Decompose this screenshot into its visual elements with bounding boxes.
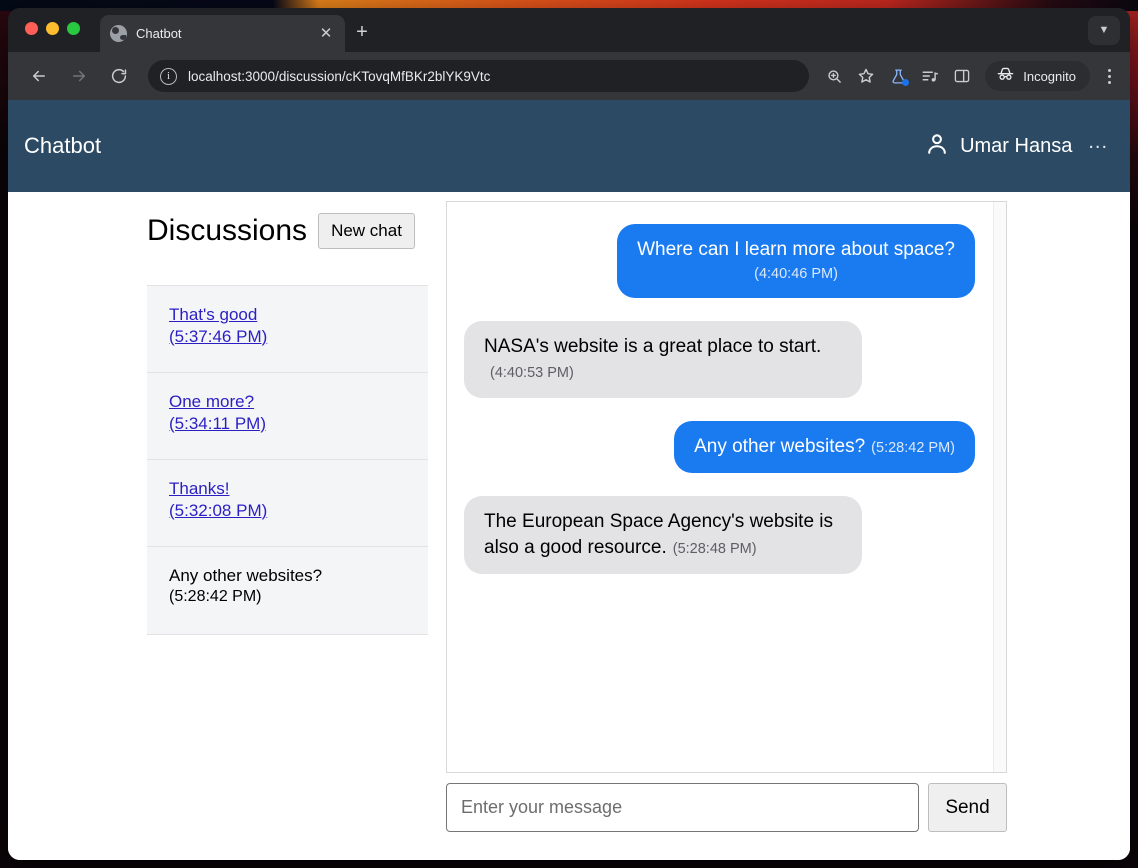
user-message-bubble: Where can I learn more about space? (4:40… bbox=[617, 224, 975, 298]
star-icon[interactable] bbox=[851, 61, 881, 91]
message-row: The European Space Agency's website is a… bbox=[464, 496, 975, 574]
page-title: Discussions bbox=[147, 214, 308, 247]
plus-icon[interactable]: + bbox=[348, 19, 376, 47]
discussion-item-title: One more? bbox=[169, 392, 255, 411]
message-row: Any other websites? (5:28:42 PM) bbox=[464, 421, 975, 474]
message-timestamp: (4:40:46 PM) bbox=[754, 265, 838, 282]
beaker-icon[interactable] bbox=[883, 61, 913, 91]
discussion-list-item[interactable]: Any other websites? (5:28:42 PM) bbox=[147, 547, 428, 634]
message-text: Any other websites? bbox=[694, 436, 866, 458]
chat-scrollbar[interactable] bbox=[993, 202, 1006, 772]
message-text: Where can I learn more about space? bbox=[637, 239, 955, 260]
discussion-list-item[interactable]: That's good (5:37:46 PM) bbox=[147, 286, 428, 373]
discussion-item-time: (5:28:42 PM) bbox=[169, 587, 262, 605]
app-header-right: Umar Hansa ... bbox=[924, 131, 1108, 162]
close-icon[interactable]: ✕ bbox=[317, 26, 335, 41]
user-name: Umar Hansa bbox=[960, 134, 1073, 157]
message-input[interactable] bbox=[446, 783, 919, 832]
bot-message-bubble: NASA's website is a great place to start… bbox=[464, 320, 862, 399]
beaker-badge-dot bbox=[902, 79, 910, 86]
message-timestamp: (4:40:53 PM) bbox=[490, 365, 574, 382]
minimize-window-button[interactable] bbox=[46, 22, 59, 35]
discussion-list-item[interactable]: One more? (5:34:11 PM) bbox=[147, 373, 428, 460]
discussion-item-title: That's good bbox=[169, 305, 258, 324]
header-more-button[interactable]: ... bbox=[1088, 132, 1108, 155]
browser-tab-chatbot[interactable]: Chatbot ✕ bbox=[100, 15, 345, 52]
side-panel-icon[interactable] bbox=[947, 61, 977, 91]
message-timestamp: (5:28:48 PM) bbox=[672, 540, 757, 557]
address-bar-url: localhost:3000/discussion/cKTovqMfBKr2bl… bbox=[188, 68, 491, 84]
discussion-item-time: (5:32:08 PM) bbox=[169, 500, 268, 520]
chevron-down-icon[interactable]: ▼ bbox=[1088, 16, 1120, 45]
web-page: Chatbot Umar Hansa ... Discussions New c… bbox=[8, 100, 1130, 860]
message-composer: Send bbox=[446, 783, 1007, 832]
message-row: Where can I learn more about space? (4:40… bbox=[464, 224, 975, 298]
three-dot-menu-icon[interactable] bbox=[1096, 61, 1122, 91]
discussion-item-time: (5:34:11 PM) bbox=[169, 413, 267, 433]
discussion-item-link[interactable]: One more? (5:34:11 PM) bbox=[169, 391, 428, 434]
discussion-list-item[interactable]: Thanks! (5:32:08 PM) bbox=[147, 460, 428, 547]
window-traffic-lights bbox=[25, 22, 80, 35]
browser-toolbar: i localhost:3000/discussion/cKTovqMfBKr2… bbox=[8, 52, 1130, 100]
discussion-item-time: (5:37:46 PM) bbox=[169, 326, 268, 346]
message-timestamp: (5:28:42 PM) bbox=[871, 440, 955, 457]
playlist-music-icon[interactable] bbox=[915, 61, 945, 91]
discussions-panel: Discussions New chat That's good (5:37:46… bbox=[147, 202, 428, 635]
app-title: Chatbot bbox=[24, 133, 102, 158]
address-bar[interactable]: i localhost:3000/discussion/cKTovqMfBKr2… bbox=[148, 60, 810, 92]
discussion-item-title: Any other websites? bbox=[169, 566, 323, 585]
reload-icon[interactable] bbox=[104, 61, 134, 91]
close-window-button[interactable] bbox=[25, 22, 38, 35]
chat-panel: Where can I learn more about space? (4:40… bbox=[446, 201, 1007, 773]
info-icon[interactable]: i bbox=[160, 67, 177, 85]
toolbar-actions: Incognito bbox=[819, 61, 1122, 91]
incognito-hat-icon bbox=[996, 66, 1015, 87]
bot-message-bubble: The European Space Agency's website is a… bbox=[464, 496, 862, 574]
discussion-item-link[interactable]: Thanks! (5:32:08 PM) bbox=[169, 478, 428, 521]
user-account[interactable]: Umar Hansa bbox=[924, 131, 1072, 162]
browser-window: Chatbot ✕ + ▼ i localhost:3000/discussio… bbox=[8, 8, 1130, 860]
user-message-bubble: Any other websites? (5:28:42 PM) bbox=[674, 421, 975, 474]
magnifier-icon[interactable] bbox=[819, 61, 849, 91]
message-list: Where can I learn more about space? (4:40… bbox=[447, 202, 993, 772]
incognito-indicator[interactable]: Incognito bbox=[985, 61, 1090, 91]
tab-title: Chatbot bbox=[136, 26, 182, 41]
arrow-left-icon[interactable] bbox=[24, 61, 54, 91]
tab-strip: Chatbot ✕ + ▼ bbox=[8, 8, 1130, 52]
app-header: Chatbot Umar Hansa ... bbox=[8, 100, 1130, 192]
new-chat-button[interactable]: New chat bbox=[318, 212, 415, 250]
arrow-right-icon[interactable] bbox=[64, 61, 94, 91]
person-icon bbox=[924, 131, 950, 162]
send-button[interactable]: Send bbox=[928, 783, 1007, 832]
main-content: Discussions New chat That's good (5:37:46… bbox=[8, 192, 1130, 860]
discussions-header: Discussions New chat bbox=[147, 202, 428, 260]
message-text: NASA's website is a great place to start… bbox=[484, 335, 822, 357]
globe-icon bbox=[110, 25, 127, 42]
incognito-label: Incognito bbox=[1023, 68, 1076, 84]
message-row: NASA's website is a great place to start… bbox=[464, 320, 975, 399]
discussion-list: That's good (5:37:46 PM) One more? (5:34:11… bbox=[147, 285, 428, 635]
discussion-item-title: Thanks! bbox=[169, 479, 230, 498]
message-text: The European Space Agency's website is a… bbox=[484, 511, 834, 558]
discussion-item-link[interactable]: That's good (5:37:46 PM) bbox=[169, 304, 428, 347]
maximize-window-button[interactable] bbox=[67, 22, 80, 35]
